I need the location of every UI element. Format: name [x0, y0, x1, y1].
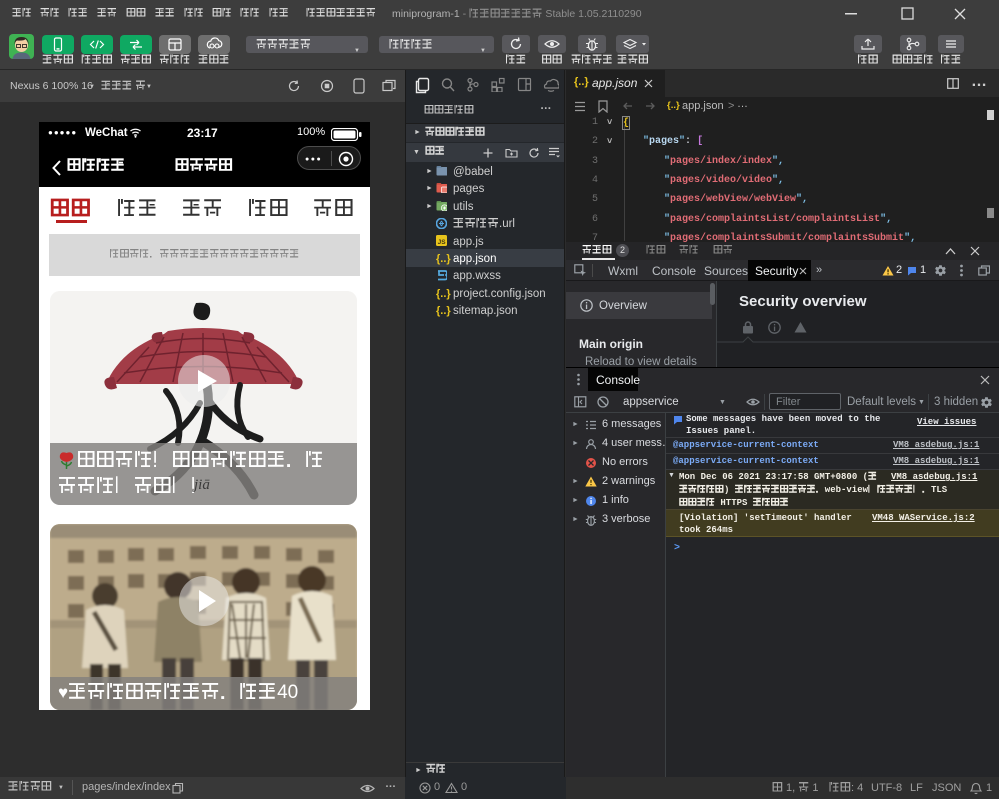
- svg-text:JS: JS: [438, 239, 447, 246]
